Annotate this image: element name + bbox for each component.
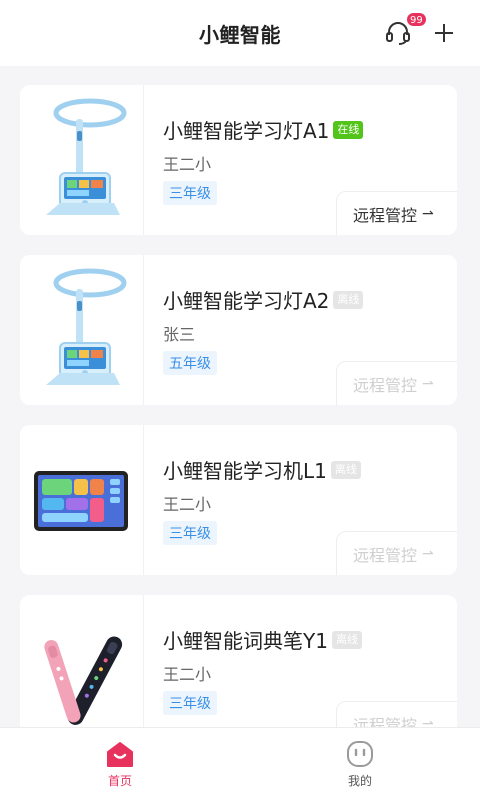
status-badge: 在线 (333, 120, 364, 139)
device-name: 小鲤智能学习灯A2 (163, 289, 330, 313)
profile-face-icon (347, 741, 373, 767)
device-card[interactable]: 小鲤智能学习灯A2 离线 张三 五年级 远程管控 ⇀ (20, 255, 457, 405)
top-bar: 小鲤智能 99 (0, 0, 480, 66)
owner-name: 王二小 (163, 495, 212, 514)
dictionary-pen-icon (43, 636, 122, 725)
arrow-right-icon: ⇀ (422, 546, 434, 562)
device-image (20, 255, 144, 405)
device-name-row: 小鲤智能学习灯A2 离线 (163, 285, 364, 314)
device-card[interactable]: 小鲤智能学习灯A1 在线 王二小 三年级 远程管控 ⇀ (20, 85, 457, 235)
status-badge: 离线 (333, 290, 364, 309)
notification-badge: 99 (406, 12, 427, 27)
status-badge: 离线 (331, 630, 362, 649)
grade-tag: 三年级 (163, 691, 217, 715)
remote-control-label: 远程管控 (353, 546, 418, 565)
device-name: 小鲤智能学习机L1 (163, 459, 327, 483)
owner-name: 王二小 (163, 665, 212, 684)
grade-tag: 三年级 (163, 521, 217, 545)
remote-control-button[interactable]: 远程管控 ⇀ (336, 531, 457, 575)
tab-home[interactable]: 首页 (0, 728, 240, 800)
add-device-button[interactable] (430, 19, 458, 47)
owner-name: 张三 (163, 325, 196, 344)
tablet-icon (33, 471, 128, 531)
grade-tag: 五年级 (163, 351, 217, 375)
page-title: 小鲤智能 (199, 22, 281, 47)
device-name: 小鲤智能词典笔Y1 (163, 629, 328, 653)
status-badge: 离线 (330, 460, 361, 479)
desk-lamp-icon (45, 268, 126, 385)
grade-tag: 三年级 (163, 181, 217, 205)
device-image (20, 85, 144, 235)
arrow-right-icon: ⇀ (422, 376, 434, 392)
device-name: 小鲤智能学习灯A1 (163, 119, 330, 143)
home-icon (107, 742, 133, 767)
tab-label: 我的 (347, 774, 372, 788)
device-image (20, 425, 144, 575)
device-card[interactable]: 小鲤智能词典笔Y1 离线 王二小 三年级 远程管控 ⇀ (20, 595, 457, 745)
desk-lamp-icon (45, 98, 126, 215)
device-image (20, 595, 144, 745)
device-card[interactable]: 小鲤智能学习机L1 离线 王二小 三年级 远程管控 ⇀ (20, 425, 457, 575)
bottom-tab-bar: 首页 我的 (0, 727, 480, 800)
device-name-row: 小鲤智能学习灯A1 在线 (163, 115, 364, 144)
remote-control-button[interactable]: 远程管控 ⇀ (336, 191, 457, 235)
remote-control-label: 远程管控 (353, 206, 418, 225)
remote-control-button[interactable]: 远程管控 ⇀ (336, 361, 457, 405)
tab-label: 首页 (107, 774, 132, 788)
remote-control-label: 远程管控 (353, 376, 418, 395)
plus-icon (435, 24, 453, 42)
tab-profile[interactable]: 我的 (240, 728, 480, 800)
device-list: 小鲤智能学习灯A1 在线 王二小 三年级 远程管控 ⇀ 小鲤智能学习灯A2 离线… (20, 85, 457, 765)
owner-name: 王二小 (163, 155, 212, 174)
device-name-row: 小鲤智能学习机L1 离线 (163, 455, 361, 484)
arrow-right-icon: ⇀ (422, 206, 434, 222)
device-name-row: 小鲤智能词典笔Y1 离线 (163, 625, 362, 654)
